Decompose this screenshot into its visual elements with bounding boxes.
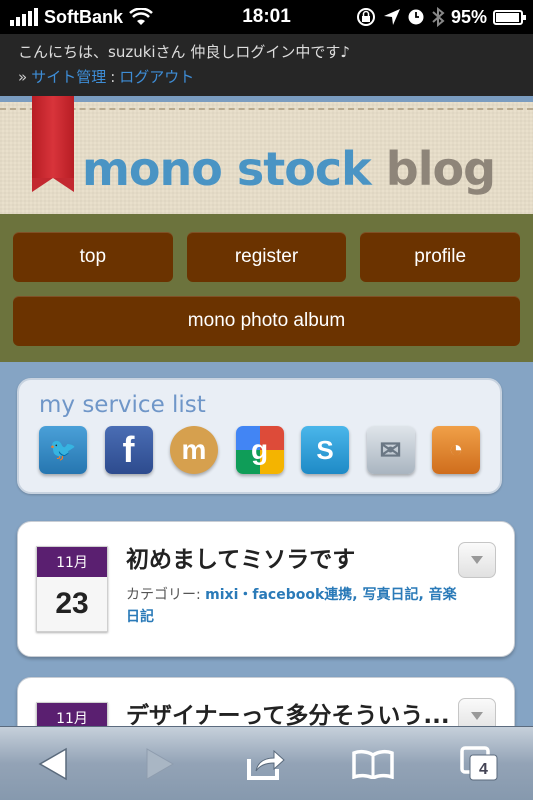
location-arrow-icon — [383, 9, 400, 25]
alarm-clock-icon — [408, 9, 424, 25]
raquo-glyph: » — [18, 68, 28, 86]
tabs-button[interactable]: 4 — [450, 739, 510, 789]
service-list-title: my service list — [39, 392, 206, 418]
tabs-icon: 4 — [459, 745, 498, 780]
nav-photo-album-button[interactable]: mono photo album — [13, 296, 520, 346]
share-button[interactable] — [236, 739, 296, 789]
battery-icon — [493, 9, 526, 25]
chevron-down-icon — [471, 556, 483, 564]
logout-link[interactable]: ログアウト — [119, 68, 194, 86]
rss-icon[interactable]: ◔ — [432, 426, 480, 474]
bookmarks-button[interactable] — [343, 739, 403, 789]
mail-icon[interactable]: ✉ — [366, 426, 415, 474]
post-title[interactable]: デザイナーって多分そういう... — [126, 696, 450, 730]
post-categories: カテゴリー: mixi・facebook連携, 写真日記, 音楽日記 — [126, 584, 466, 628]
post-card: 11月 23 初めましてミソラです カテゴリー: mixi・facebook連携… — [17, 521, 515, 657]
login-greeting: こんにちは、suzukiさん 仲良しログイン中です♪ — [18, 43, 350, 61]
post-title[interactable]: 初めましてミソラです — [126, 540, 355, 574]
twitter-icon[interactable]: 🐦 — [39, 426, 87, 474]
blog-logo-part1: mono — [82, 142, 223, 196]
facebook-icon[interactable]: f — [104, 426, 153, 474]
rotation-lock-icon — [356, 8, 375, 26]
service-list: my service list 🐦 f m g S ✉ ◔ — [17, 378, 502, 494]
status-bar: SoftBank 18:01 95% — [0, 0, 533, 34]
post-expand-button[interactable] — [458, 542, 496, 578]
category-label: カテゴリー: — [126, 587, 201, 603]
nav-register-button[interactable]: register — [186, 232, 347, 282]
share-icon — [247, 749, 286, 780]
admin-bar: こんにちは、suzukiさん 仲良しログイン中です♪ » サイト管理: ログアウト — [0, 34, 533, 96]
site-admin-link[interactable]: サイト管理 — [31, 68, 106, 86]
post-month: 11月 — [37, 547, 107, 577]
blog-header: mono stock blog — [0, 96, 533, 214]
forward-arrow-icon — [146, 747, 174, 780]
blog-logo-part2: stock — [236, 142, 372, 196]
chevron-down-icon — [471, 712, 483, 720]
battery-percent: 95% — [450, 6, 487, 27]
back-arrow-icon — [38, 747, 68, 780]
nav-profile-button[interactable]: profile — [360, 232, 521, 282]
back-button[interactable] — [23, 739, 83, 789]
skype-icon[interactable]: S — [301, 426, 349, 474]
google-icon[interactable]: g — [235, 426, 284, 474]
link-separator: : — [110, 68, 116, 86]
mixi-icon[interactable]: m — [170, 426, 218, 474]
post-day: 23 — [55, 587, 89, 620]
status-time: 18:01 — [242, 6, 291, 27]
signal-strength-icon — [10, 8, 38, 26]
stitch-divider — [0, 108, 533, 110]
blog-logo[interactable]: mono stock blog — [82, 142, 496, 196]
carrier-name: SoftBank — [44, 6, 124, 27]
blog-logo-part3: blog — [385, 142, 496, 196]
main-nav: top register profile mono photo album — [0, 214, 533, 362]
browser-toolbar: 4 — [0, 726, 533, 800]
forward-button[interactable] — [130, 739, 190, 789]
wifi-icon — [129, 8, 153, 25]
bookmark-ribbon-icon — [32, 96, 74, 192]
tabs-count: 4 — [479, 761, 488, 778]
post-date-calendar: 11月 23 — [36, 546, 108, 632]
bluetooth-icon — [432, 7, 445, 27]
nav-top-button[interactable]: top — [13, 232, 173, 282]
bookmarks-book-icon — [352, 749, 394, 779]
